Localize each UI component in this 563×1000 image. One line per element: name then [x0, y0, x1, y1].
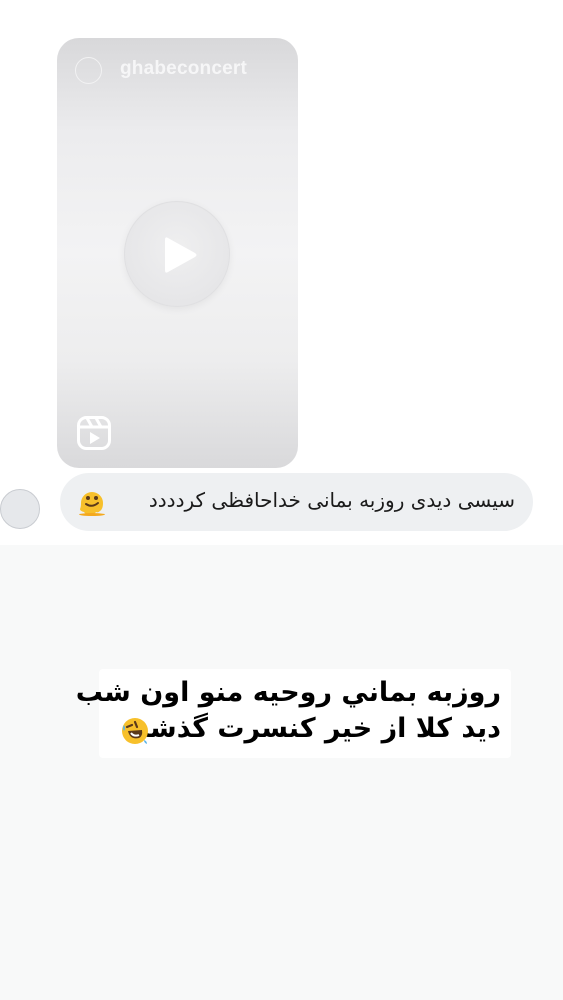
shared-reel-card[interactable]: ghabeconcert — [57, 38, 298, 468]
play-button[interactable] — [124, 201, 230, 307]
message-text: سیسی دیدی روزبه بمانی خداحافظی کردددد — [148, 488, 515, 512]
story-caption: روزبه بماني روحيه منو اون شب ديد كلا از … — [76, 669, 511, 758]
caption-line-1: روزبه بماني روحيه منو اون شب — [75, 677, 501, 708]
rolling-laughing-emoji — [122, 718, 148, 744]
reels-icon — [77, 416, 111, 450]
reel-author-username[interactable]: ghabeconcert — [120, 58, 247, 80]
melting-face-emoji — [79, 492, 105, 516]
story-background — [0, 545, 563, 1000]
message-bubble[interactable]: سیسی دیدی روزبه بمانی خداحافظی کردددد — [60, 473, 533, 531]
reel-author-avatar[interactable] — [75, 57, 102, 84]
play-icon — [165, 237, 197, 273]
sender-avatar[interactable] — [0, 489, 40, 529]
